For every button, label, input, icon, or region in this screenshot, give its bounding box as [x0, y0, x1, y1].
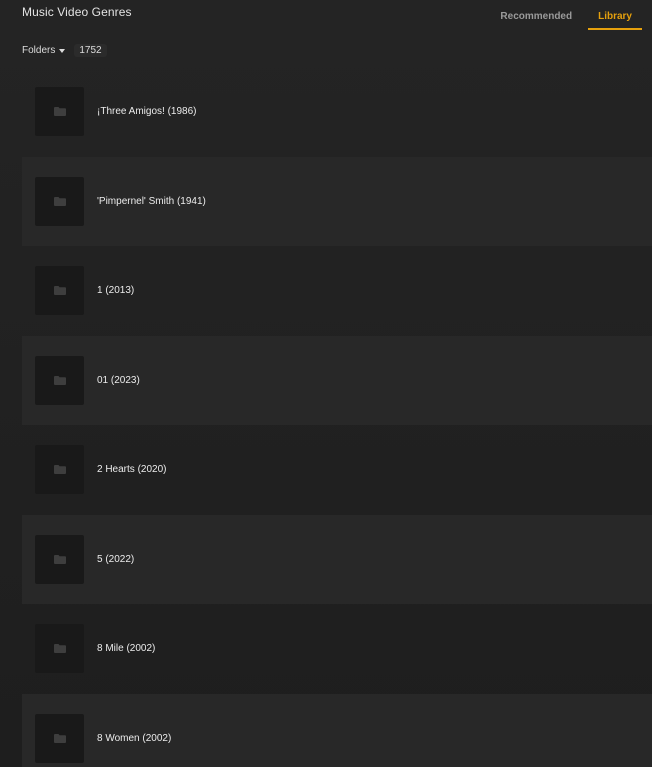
thumbnail: [35, 445, 84, 495]
tab-bar: Recommended Library: [490, 10, 642, 30]
thumbnail: [35, 87, 84, 137]
folder-icon: [53, 644, 66, 654]
app-page: Music Video Genres Recommended Library F…: [0, 0, 652, 767]
list-item[interactable]: 8 Mile (2002): [22, 604, 652, 694]
thumbnail: [35, 624, 84, 674]
list-item[interactable]: ¡Three Amigos! (1986): [22, 67, 652, 157]
header: Music Video Genres Recommended Library: [0, 0, 652, 40]
list-item[interactable]: 01 (2023): [22, 335, 652, 425]
list-item[interactable]: 5 (2022): [22, 514, 652, 604]
list-item[interactable]: 'Pimpernel' Smith (1941): [22, 156, 652, 246]
tab-library[interactable]: Library: [588, 10, 642, 30]
item-title: 8 Mile (2002): [97, 643, 156, 655]
item-title: 01 (2023): [97, 374, 140, 386]
item-title: 'Pimpernel' Smith (1941): [97, 195, 206, 207]
folder-icon: [53, 375, 66, 385]
folder-icon: [53, 286, 66, 296]
tab-recommended[interactable]: Recommended: [490, 10, 580, 30]
thumbnail: [35, 534, 84, 584]
list-item[interactable]: 1 (2013): [22, 246, 652, 336]
item-title: 5 (2022): [97, 553, 135, 565]
thumbnail: [35, 713, 84, 763]
thumbnail: [35, 355, 84, 405]
item-title: ¡Three Amigos! (1986): [97, 106, 197, 118]
folder-list: ¡Three Amigos! (1986) 'Pimpernel' Smith …: [22, 67, 652, 767]
view-dropdown[interactable]: Folders: [22, 44, 66, 56]
thumbnail: [35, 266, 84, 316]
folder-icon: [53, 733, 66, 743]
chevron-down-icon: [59, 48, 66, 53]
page-title: Music Video Genres: [22, 5, 132, 19]
folder-icon: [53, 107, 66, 117]
toolbar: Folders 1752: [22, 43, 107, 57]
folder-icon: [53, 554, 66, 564]
item-count-badge: 1752: [74, 43, 107, 57]
list-item[interactable]: 2 Hearts (2020): [22, 425, 652, 515]
view-dropdown-label: Folders: [22, 44, 56, 56]
item-title: 2 Hearts (2020): [97, 464, 167, 476]
folder-icon: [53, 196, 66, 206]
folder-icon: [53, 465, 66, 475]
item-title: 8 Women (2002): [97, 732, 172, 744]
item-title: 1 (2013): [97, 285, 135, 297]
list-item[interactable]: 8 Women (2002): [22, 693, 652, 767]
thumbnail: [35, 176, 84, 226]
